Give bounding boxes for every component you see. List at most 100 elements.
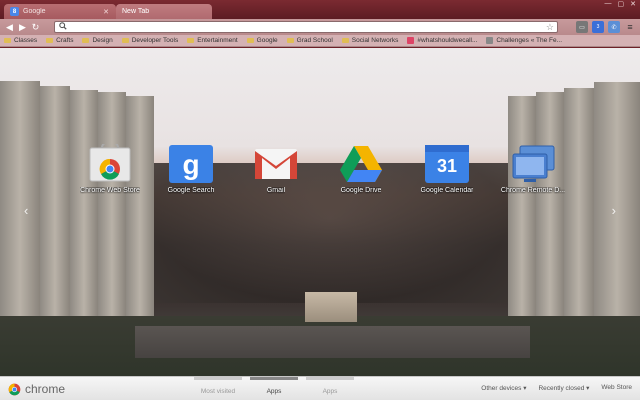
folder-icon <box>46 38 54 43</box>
background-pillar <box>536 92 564 327</box>
app-label: Chrome Remote D... <box>500 187 566 194</box>
app-label: Google Drive <box>340 187 382 194</box>
background-pillar <box>508 96 536 321</box>
bookmark-folder[interactable]: Developer Tools <box>121 37 179 44</box>
other-devices-menu[interactable]: Other devices ▾ <box>481 384 526 392</box>
folder-icon <box>4 38 11 43</box>
chrome-wordmark: chrome <box>25 382 66 396</box>
bookmark-site[interactable]: Challenges « The Fe... <box>486 37 562 44</box>
background-pillar <box>564 88 594 333</box>
new-tab-footer: chrome Most visited Apps Apps Other devi… <box>0 376 640 400</box>
app-label: Chrome Web Store <box>80 187 140 194</box>
bookmark-folder[interactable]: Google <box>246 37 278 44</box>
back-icon[interactable]: ◀ <box>4 22 15 33</box>
tab-label: New Tab <box>122 8 150 15</box>
close-window-icon[interactable]: ✕ <box>630 0 636 8</box>
recently-closed-menu[interactable]: Recently closed ▾ <box>538 384 589 392</box>
page-tab-apps[interactable]: Apps <box>250 377 298 395</box>
background-altar <box>305 292 357 322</box>
new-tab-page: ‹ › Chrome Web Store g Google Search Gma… <box>0 48 640 376</box>
minimize-icon[interactable]: — <box>605 0 612 8</box>
folder-icon <box>341 38 349 43</box>
background-wall <box>135 326 530 358</box>
reload-icon[interactable]: ↻ <box>30 22 41 33</box>
previous-page-arrow-icon[interactable]: ‹ <box>24 203 28 218</box>
search-icon <box>59 22 67 32</box>
web-store-link[interactable]: Web Store <box>601 384 632 392</box>
background-pillar <box>0 81 40 351</box>
omnibox[interactable]: ☆ <box>54 21 558 33</box>
calendar-day: 31 <box>436 156 458 176</box>
tab-label: Google <box>23 8 46 15</box>
chrome-logo-icon <box>8 383 21 395</box>
background-pillar <box>40 86 70 341</box>
site-favicon-icon <box>407 37 415 44</box>
tab-strip: 8 Google ✕ New Tab — ▢ ✕ <box>0 0 640 19</box>
folder-icon <box>286 38 294 43</box>
bookmark-label: Classes <box>14 37 38 44</box>
bookmark-folder[interactable]: Design <box>82 37 113 44</box>
bookmark-label: Social Networks <box>351 37 399 44</box>
bookmark-folder[interactable]: Grad School <box>286 37 333 44</box>
toolbar: ◀ ▶ ↻ ☆ ▭ 3 ✆ ≡ <box>0 19 640 35</box>
google-calendar-icon: 31 <box>424 144 470 184</box>
app-label: Gmail <box>266 187 286 194</box>
chrome-extension-icon[interactable]: 3 <box>592 21 604 33</box>
app-chrome-remote-desktop[interactable]: Chrome Remote D... <box>491 144 575 194</box>
site-favicon-icon <box>486 37 494 44</box>
google-drive-icon <box>338 144 384 184</box>
bookmark-folder[interactable]: Social Networks <box>341 37 399 44</box>
folder-icon <box>246 38 254 43</box>
background-pillar <box>126 96 154 321</box>
app-gmail[interactable]: Gmail <box>234 144 318 194</box>
background-pillar <box>70 90 98 335</box>
bookmark-label: #whatshouldwecall... <box>417 37 478 44</box>
app-chrome-web-store[interactable]: Chrome Web Store <box>68 144 152 194</box>
bookmark-folder[interactable]: Entertainment <box>187 37 238 44</box>
close-icon[interactable]: ✕ <box>102 8 110 16</box>
next-page-arrow-icon[interactable]: › <box>612 203 616 218</box>
extension-icons: ▭ 3 ✆ ≡ <box>576 21 636 33</box>
bookmark-folder[interactable]: Classes <box>4 37 37 44</box>
app-google-calendar[interactable]: 31 Google Calendar <box>405 144 489 194</box>
wrench-menu-icon[interactable]: ≡ <box>624 21 636 33</box>
page-tab-most-visited[interactable]: Most visited <box>194 377 242 395</box>
app-google-search[interactable]: g Google Search <box>149 144 233 194</box>
bookmark-label: Crafts <box>56 37 74 44</box>
tab-google[interactable]: 8 Google ✕ <box>4 4 116 19</box>
background-pillar <box>98 92 126 327</box>
background-pillar <box>594 82 640 344</box>
folder-icon <box>187 38 195 43</box>
bookmark-label: Google <box>256 37 278 44</box>
phone-icon[interactable]: ✆ <box>608 21 620 33</box>
bookmark-label: Design <box>92 37 113 44</box>
app-google-drive[interactable]: Google Drive <box>319 144 403 194</box>
forward-icon[interactable]: ▶ <box>17 22 28 33</box>
google-search-icon: g <box>168 144 214 184</box>
folder-icon <box>121 38 129 43</box>
svg-text:g: g <box>182 149 199 180</box>
app-label: Google Calendar <box>420 187 474 194</box>
bookmark-label: Grad School <box>296 37 333 44</box>
bookmark-label: Challenges « The Fe... <box>496 37 563 44</box>
omnibox-input[interactable] <box>70 23 546 31</box>
star-icon[interactable]: ☆ <box>546 22 557 33</box>
bookmark-label: Entertainment <box>197 37 238 44</box>
bookmark-label: Developer Tools <box>131 37 179 44</box>
footer-links: Other devices ▾ Recently closed ▾ Web St… <box>481 384 632 392</box>
chrome-web-store-icon <box>87 144 133 184</box>
bookmark-folder[interactable]: Crafts <box>46 37 73 44</box>
bookmarks-bar: Classes Crafts Design Developer Tools En… <box>0 35 640 47</box>
apps-grid: Chrome Web Store g Google Search Gmail G… <box>0 144 640 204</box>
folder-icon <box>82 38 90 43</box>
tab-new-tab[interactable]: New Tab <box>116 4 212 19</box>
screen-icon[interactable]: ▭ <box>576 21 588 33</box>
window-controls: — ▢ ✕ <box>605 0 637 8</box>
bookmark-site[interactable]: #whatshouldwecall... <box>407 37 477 44</box>
gmail-icon <box>253 144 299 184</box>
page-tab-apps-2[interactable]: Apps <box>306 377 354 395</box>
chrome-remote-desktop-icon <box>510 144 556 184</box>
app-label: Google Search <box>167 187 215 194</box>
maximize-icon[interactable]: ▢ <box>618 0 625 8</box>
google-favicon-icon: 8 <box>10 7 19 16</box>
